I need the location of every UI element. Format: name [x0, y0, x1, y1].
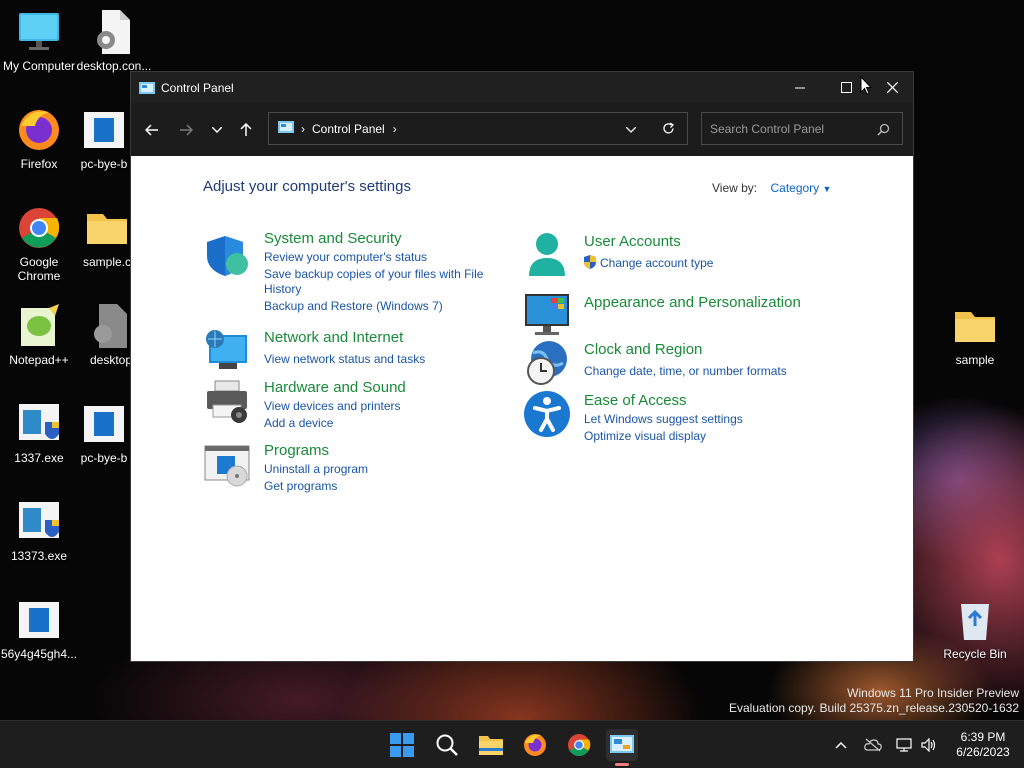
- desktop-icon-chrome[interactable]: Google Chrome: [0, 204, 78, 283]
- monitor-icon: [15, 8, 63, 56]
- search-icon[interactable]: [877, 123, 890, 139]
- clock-date: 6/26/2023: [956, 745, 1010, 759]
- breadcrumb-separator-icon: ›: [301, 121, 305, 136]
- watermark-line1: Windows 11 Pro Insider Preview: [847, 686, 1019, 700]
- settings-file-icon: [90, 8, 138, 56]
- page-heading: Adjust your computer's settings: [203, 178, 411, 195]
- taskbar-search-button[interactable]: [431, 729, 463, 761]
- user-icon[interactable]: [523, 230, 571, 278]
- category-title[interactable]: User Accounts: [584, 233, 681, 250]
- link-review-status[interactable]: Review your computer's status: [264, 250, 427, 265]
- category-title[interactable]: System and Security: [264, 230, 402, 247]
- network-icon[interactable]: [894, 721, 916, 768]
- breadcrumb-separator-icon[interactable]: ›: [393, 122, 397, 136]
- desktop-icon-desktop-config[interactable]: desktop.con...: [75, 8, 153, 73]
- appearance-monitor-icon[interactable]: [523, 290, 571, 338]
- desktop-icon-notepadpp[interactable]: Notepad++: [0, 302, 78, 367]
- up-button[interactable]: [233, 117, 259, 143]
- link-change-account-type[interactable]: Change account type: [600, 256, 713, 271]
- taskbar-firefox-button[interactable]: [519, 729, 551, 761]
- network-globe-icon[interactable]: [203, 327, 251, 375]
- notepadpp-icon: [15, 302, 63, 350]
- view-by: View by: Category ▼: [712, 181, 831, 195]
- shield-icon[interactable]: [203, 232, 251, 280]
- category-title[interactable]: Clock and Region: [584, 341, 702, 358]
- link-save-backup-cont[interactable]: History: [264, 282, 301, 297]
- installer-icon: [15, 400, 63, 448]
- title-bar[interactable]: Control Panel: [131, 72, 913, 103]
- link-save-backup[interactable]: Save backup copies of your files with Fi…: [264, 267, 483, 282]
- desktop-icon-56y4g45gh4[interactable]: 56y4g45gh4...: [0, 596, 78, 661]
- link-devices-printers[interactable]: View devices and printers: [264, 399, 401, 414]
- control-panel-window: Control Panel › Control Panel › Search C…: [130, 71, 914, 662]
- navigation-bar: › Control Panel › Search Control Panel: [131, 103, 913, 156]
- search-input[interactable]: Search Control Panel: [701, 112, 903, 145]
- clock-time: 6:39 PM: [960, 730, 1006, 744]
- address-bar[interactable]: › Control Panel ›: [268, 112, 688, 145]
- view-by-label: View by:: [712, 181, 758, 195]
- address-dropdown-icon[interactable]: [625, 122, 637, 136]
- category-title[interactable]: Appearance and Personalization: [584, 294, 801, 311]
- folder-icon: [951, 302, 999, 350]
- taskbar: 6:39 PM 6/26/2023: [0, 720, 1024, 768]
- link-backup-restore[interactable]: Backup and Restore (Windows 7): [264, 299, 443, 314]
- uac-shield-icon: [583, 255, 597, 274]
- accessibility-icon[interactable]: [523, 390, 571, 438]
- firefox-icon: [15, 106, 63, 154]
- close-button[interactable]: [869, 72, 915, 103]
- category-title[interactable]: Hardware and Sound: [264, 379, 406, 396]
- active-indicator: [615, 763, 629, 766]
- app-file-icon: [80, 106, 128, 154]
- recent-locations-button[interactable]: [204, 117, 230, 143]
- chevron-down-icon: ▼: [822, 184, 832, 194]
- control-panel-icon: [139, 81, 155, 94]
- category-title[interactable]: Programs: [264, 442, 329, 459]
- file-explorer-button[interactable]: [475, 729, 507, 761]
- onedrive-icon[interactable]: [862, 721, 884, 768]
- taskbar-control-panel-button[interactable]: [606, 729, 638, 766]
- desktop-icon-13373[interactable]: 13373.exe: [0, 498, 78, 563]
- view-by-dropdown[interactable]: Category ▼: [770, 181, 831, 195]
- desktop-icon-sample[interactable]: sample: [936, 302, 1014, 367]
- window-title: Control Panel: [161, 80, 234, 95]
- chrome-icon: [15, 204, 63, 252]
- show-hidden-icons-button[interactable]: [830, 721, 852, 768]
- minimize-button[interactable]: [777, 72, 823, 103]
- link-change-date-time[interactable]: Change date, time, or number formats: [584, 364, 787, 379]
- desktop-icon-my-computer[interactable]: My Computer: [0, 8, 78, 73]
- programs-icon[interactable]: [203, 440, 251, 488]
- clock[interactable]: 6:39 PM 6/26/2023: [946, 721, 1020, 768]
- link-get-programs[interactable]: Get programs: [264, 479, 337, 494]
- link-optimize-display[interactable]: Optimize visual display: [584, 429, 706, 444]
- watermark-line2: Evaluation copy. Build 25375.zn_release.…: [729, 701, 1019, 715]
- category-title[interactable]: Network and Internet: [264, 329, 403, 346]
- search-placeholder: Search Control Panel: [710, 121, 825, 136]
- link-windows-suggest[interactable]: Let Windows suggest settings: [584, 412, 743, 427]
- link-add-device[interactable]: Add a device: [264, 416, 333, 431]
- mouse-cursor-icon: [860, 75, 873, 100]
- installer-icon: [15, 498, 63, 546]
- forward-button[interactable]: [173, 117, 199, 143]
- desktop-icon-recycle-bin[interactable]: Recycle Bin: [936, 596, 1014, 661]
- folder-icon: [83, 204, 131, 252]
- link-uninstall-program[interactable]: Uninstall a program: [264, 462, 368, 477]
- start-button[interactable]: [386, 729, 418, 761]
- settings-file-icon: [87, 302, 135, 350]
- control-panel-icon: [278, 121, 294, 136]
- breadcrumb-control-panel[interactable]: Control Panel: [312, 122, 385, 136]
- category-title[interactable]: Ease of Access: [584, 392, 687, 409]
- app-file-icon: [15, 596, 63, 644]
- taskbar-chrome-button[interactable]: [563, 729, 595, 761]
- link-network-status[interactable]: View network status and tasks: [264, 352, 425, 367]
- volume-icon[interactable]: [918, 721, 940, 768]
- recycle-bin-icon: [951, 596, 999, 644]
- content-area: Adjust your computer's settings View by:…: [131, 156, 913, 661]
- app-file-icon: [80, 400, 128, 448]
- refresh-icon[interactable]: [662, 122, 675, 138]
- printer-icon[interactable]: [203, 377, 251, 425]
- back-button[interactable]: [139, 117, 165, 143]
- clock-globe-icon[interactable]: [523, 339, 571, 387]
